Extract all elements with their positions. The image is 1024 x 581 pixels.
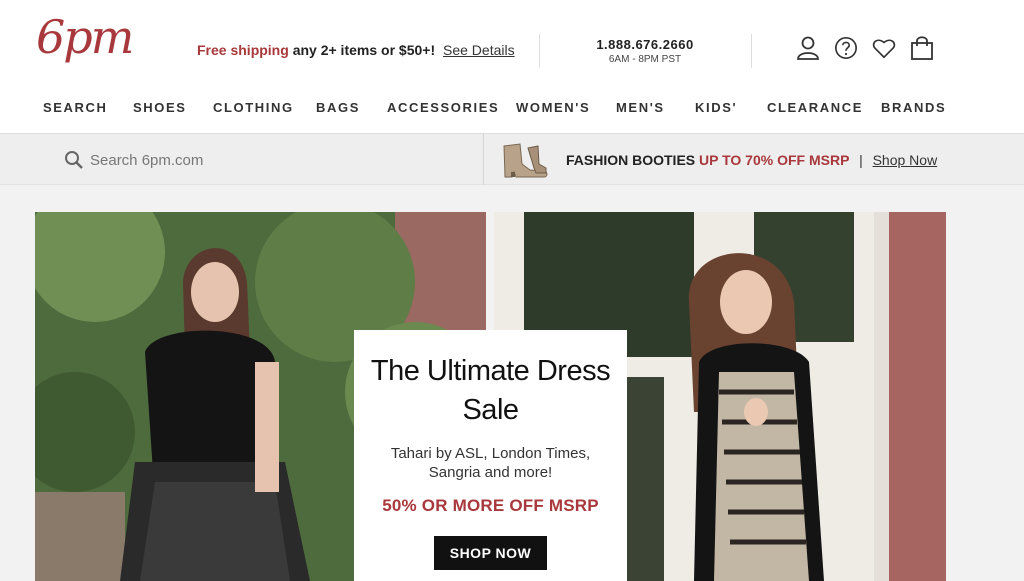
booties-offer: UP TO 70% OFF MSRP	[699, 152, 850, 168]
nav-clearance[interactable]: CLEARANCE	[767, 100, 863, 115]
search-input[interactable]	[90, 148, 390, 172]
free-shipping-promo: Free shipping any 2+ items or $50+! See …	[197, 42, 515, 58]
dress-sale-card: The Ultimate Dress Sale Tahari by ASL, L…	[354, 330, 627, 581]
nav-clothing[interactable]: CLOTHING	[213, 100, 294, 115]
nav-mens[interactable]: MEN'S	[616, 100, 665, 115]
nav-accessories[interactable]: ACCESSORIES	[387, 100, 499, 115]
booties-promo: FASHION BOOTIES UP TO 70% OFF MSRP | Sho…	[566, 152, 937, 168]
6pm-logo[interactable]: 6pm	[36, 14, 134, 60]
sale-title-line2: Sale	[462, 394, 519, 426]
booties-separator: |	[859, 152, 863, 168]
sale-title-line1: The Ultimate Dress	[370, 355, 611, 387]
search-bar: FASHION BOOTIES UP TO 70% OFF MSRP | Sho…	[0, 133, 1024, 186]
promo-highlight: Free shipping	[197, 42, 289, 58]
header-divider	[751, 34, 752, 68]
promo-text: any 2+ items or $50+!	[292, 42, 436, 58]
phone-number[interactable]: 1.888.676.2660	[540, 37, 750, 52]
hero-banner: The Ultimate Dress Sale Tahari by ASL, L…	[0, 185, 1024, 581]
booties-label: FASHION BOOTIES	[566, 152, 696, 168]
shop-now-link[interactable]: Shop Now	[873, 152, 938, 168]
boot-thumbnail[interactable]	[500, 140, 550, 180]
nav-search[interactable]: SEARCH	[43, 100, 108, 115]
account-icon[interactable]	[796, 34, 820, 62]
nav-brands[interactable]: BRANDS	[881, 100, 946, 115]
shop-now-button[interactable]: SHOP NOW	[433, 536, 548, 570]
search-icon[interactable]	[64, 150, 84, 175]
support-hours: 6AM - 8PM PST	[608, 54, 682, 65]
search-bar-divider	[483, 134, 484, 186]
help-icon[interactable]	[834, 34, 858, 62]
nav-shoes[interactable]: SHOES	[133, 100, 187, 115]
nav-womens[interactable]: WOMEN'S	[516, 100, 590, 115]
sale-title: The Ultimate Dress Sale	[354, 352, 627, 430]
header-icons	[796, 34, 934, 62]
site-header: 6pm Free shipping any 2+ items or $50+! …	[0, 0, 1024, 133]
see-details-link[interactable]: See Details	[443, 42, 515, 58]
nav-kids[interactable]: KIDS'	[695, 100, 737, 115]
sale-discount: 50% OR MORE OFF MSRP	[382, 496, 599, 515]
main-navigation: SEARCH SHOES CLOTHING BAGS ACCESSORIES W…	[0, 100, 1024, 120]
sale-brands: Tahari by ASL, London Times, Sangria and…	[390, 445, 591, 481]
nav-bags[interactable]: BAGS	[316, 100, 360, 115]
shopping-bag-icon[interactable]	[910, 34, 934, 62]
contact-info: 1.888.676.2660 6AM - 8PM PST	[540, 37, 750, 65]
favorites-heart-icon[interactable]	[872, 34, 896, 62]
